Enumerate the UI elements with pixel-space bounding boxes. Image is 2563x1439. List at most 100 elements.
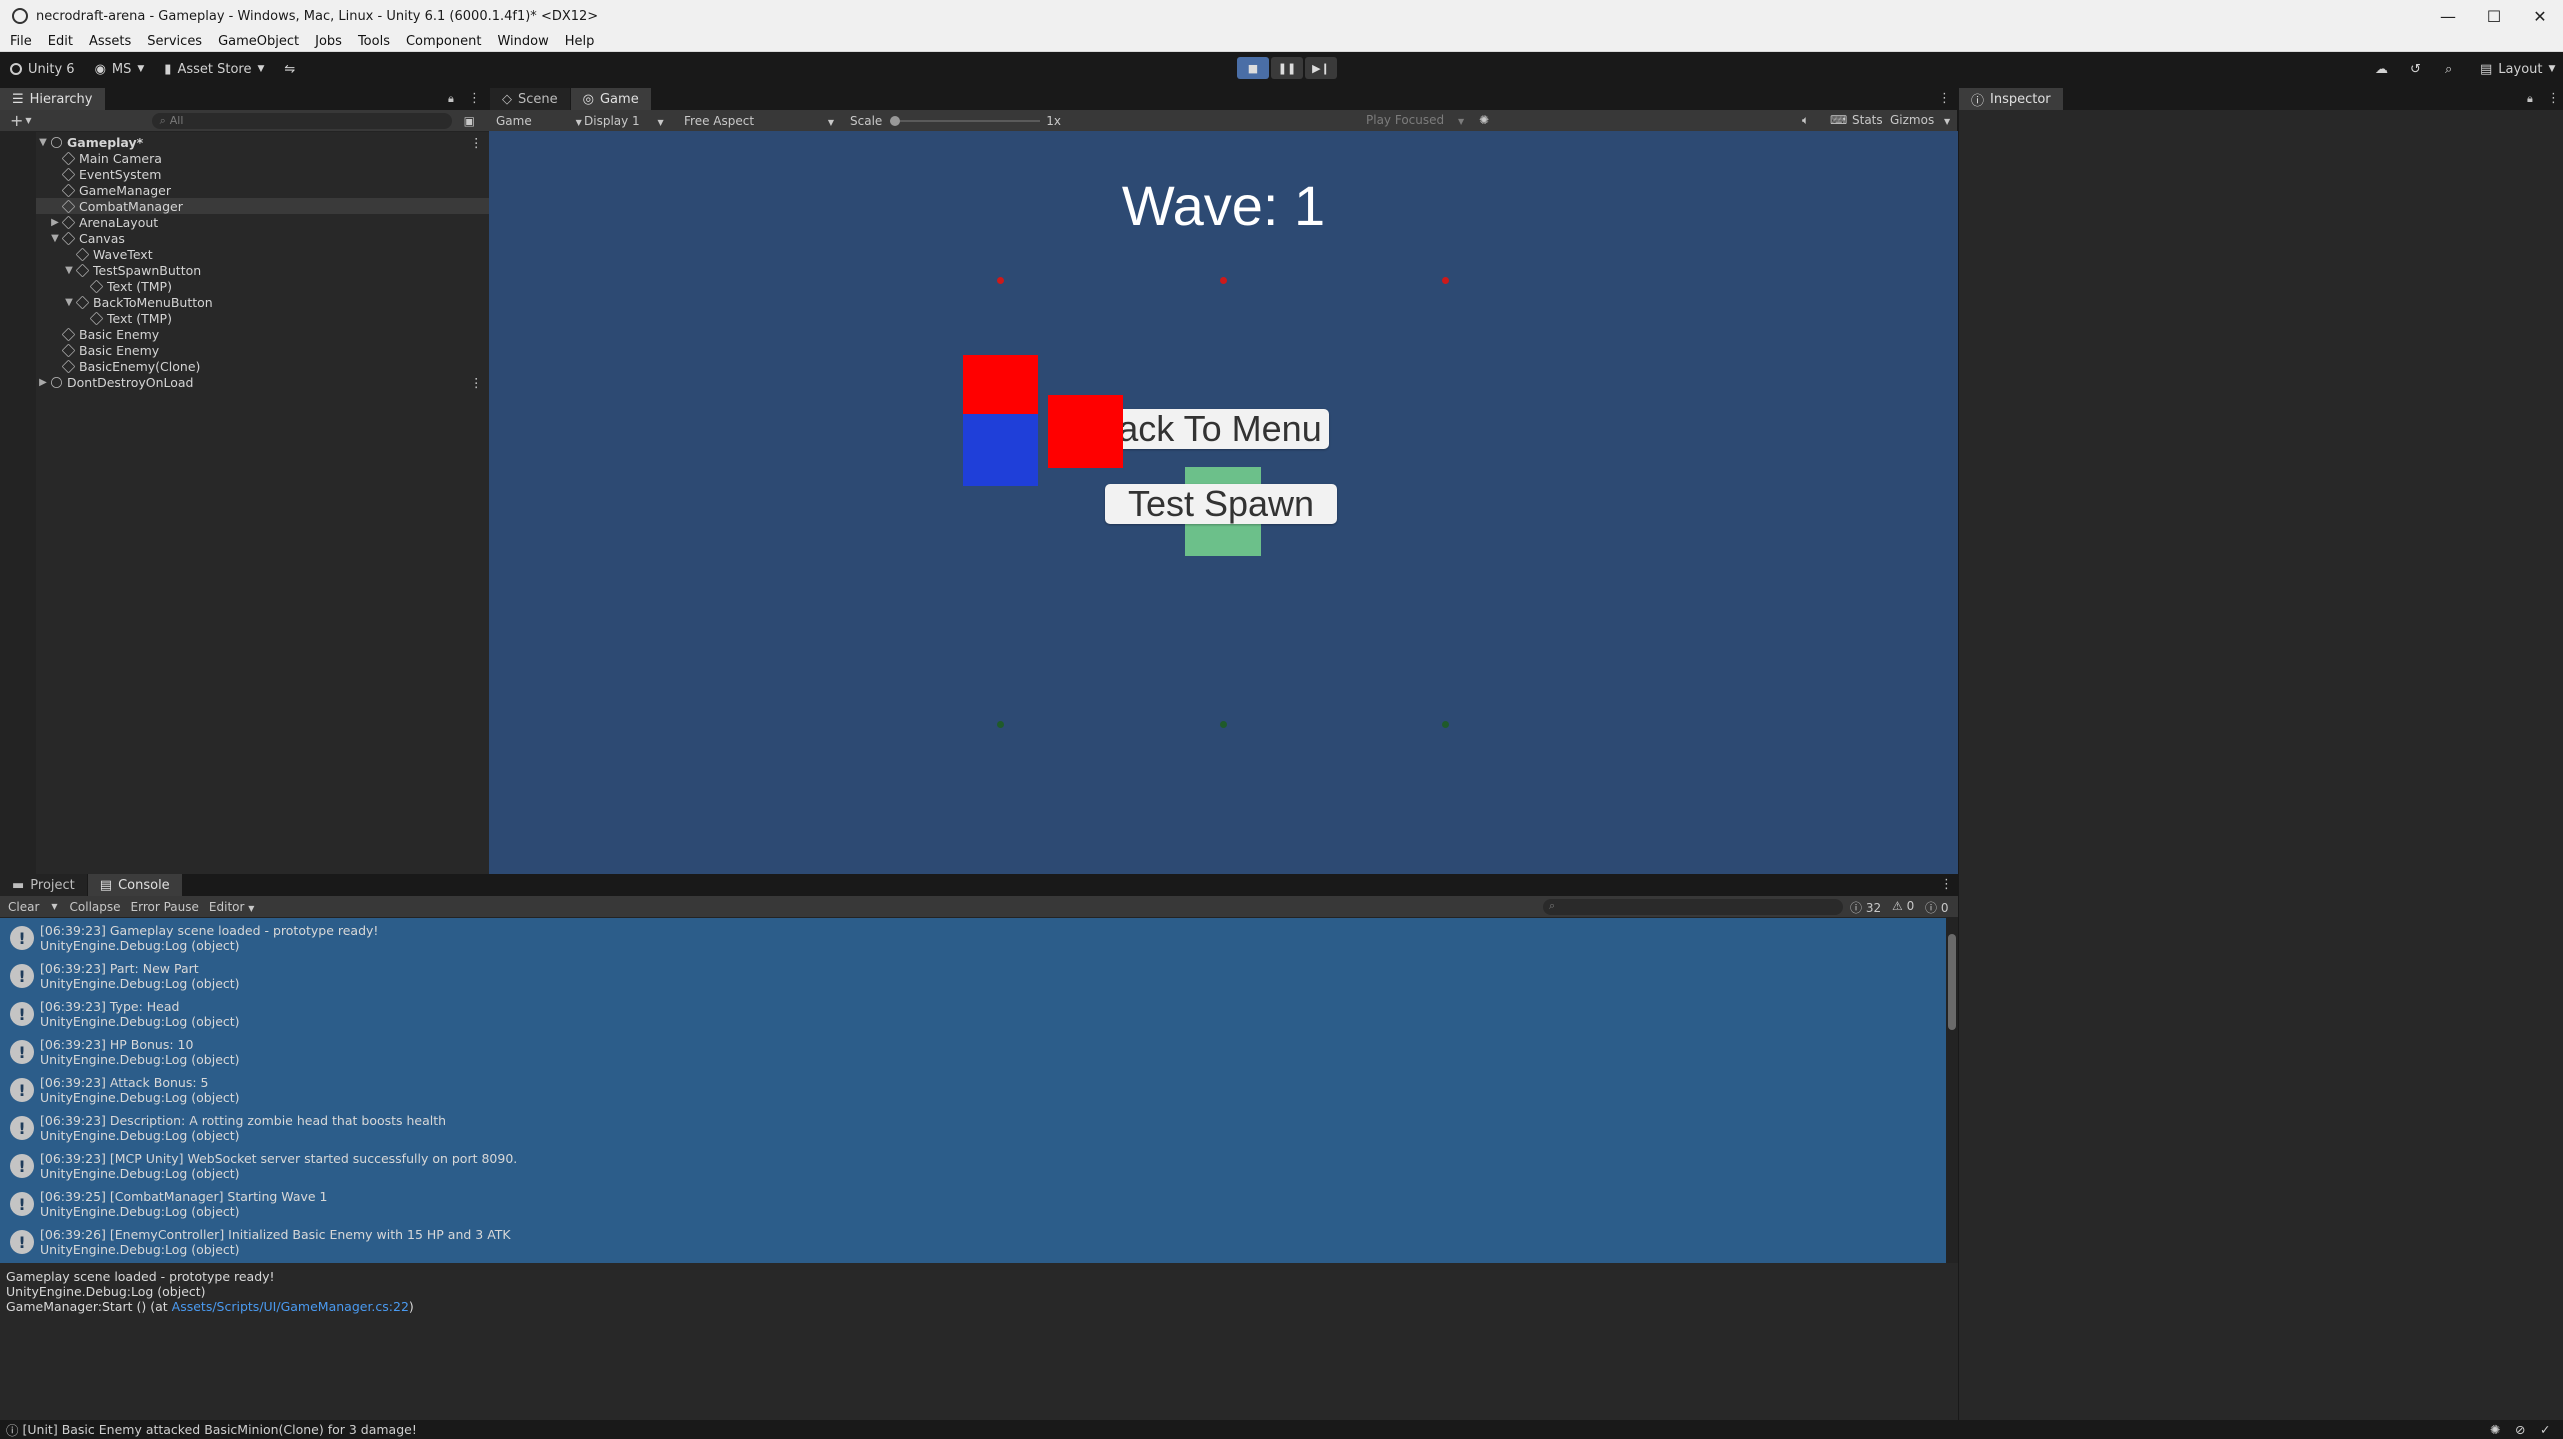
debug-icon[interactable]: ✺ (1479, 113, 1489, 127)
search-button[interactable]: ⌕ (2435, 57, 2462, 81)
console-search-input[interactable]: ⌕ (1543, 899, 1843, 915)
stats-button[interactable]: Stats (1852, 113, 1883, 127)
hierarchy-item[interactable]: ▶ ArenaLayout (50, 214, 158, 230)
back-to-menu-button[interactable]: Back To Menu (1087, 409, 1329, 449)
menu-window[interactable]: Window (487, 34, 554, 49)
more-options-icon[interactable]: ⋮ (470, 135, 483, 150)
chevron-right-icon[interactable]: ▶ (50, 217, 60, 228)
tab-console[interactable]: ▤ Console (87, 874, 183, 896)
status-message[interactable]: [Unit] Basic Enemy attacked BasicMinion(… (23, 1422, 417, 1437)
tab-inspector[interactable]: ⓘ Inspector (1959, 88, 2064, 110)
chevron-down-icon[interactable]: ▼ (51, 902, 57, 911)
hierarchy-search-input[interactable]: ⌕ All (151, 112, 452, 129)
hierarchy-item[interactable]: Text (TMP) (78, 278, 172, 294)
console-log-entry[interactable]: ! [06:39:23] Gameplay scene loaded - prot… (4, 919, 1944, 957)
console-log-entry[interactable]: ! [06:39:23] Attack Bonus: 5 UnityEngine.D… (4, 1071, 1944, 1109)
chevron-down-icon[interactable]: ▼ (50, 233, 60, 244)
console-log-entry[interactable]: ! [06:39:23] Description: A rotting zombi… (4, 1109, 1944, 1147)
chevron-down-icon[interactable]: ▼ (64, 265, 74, 276)
scale-slider[interactable] (890, 114, 1041, 128)
log-count-toggle[interactable]: ⓘ 32 (1850, 899, 1881, 916)
hierarchy-item[interactable]: CombatManager (36, 198, 490, 214)
play-focused-dropdown[interactable]: Play Focused ▼ (1366, 113, 1464, 127)
menu-edit[interactable]: Edit (38, 34, 79, 49)
menu-file[interactable]: File (0, 34, 38, 49)
check-icon[interactable]: ✓ (2540, 1422, 2550, 1437)
collapse-toggle[interactable]: Collapse (70, 900, 121, 914)
chevron-down-icon[interactable]: ▼ (25, 116, 31, 125)
hierarchy-item[interactable]: EventSystem (50, 166, 161, 182)
hierarchy-item[interactable]: WaveText (64, 246, 153, 262)
tab-project[interactable]: ▬ Project (0, 874, 88, 896)
menu-gameobject[interactable]: GameObject (208, 34, 305, 49)
chevron-right-icon[interactable]: ▶ (38, 377, 48, 388)
tab-scene[interactable]: ◇ Scene (490, 88, 571, 110)
hierarchy-item[interactable]: ▼ TestSpawnButton (64, 262, 201, 278)
account-dropdown[interactable]: ◉ MS ▼ (85, 57, 155, 81)
lock-icon[interactable]: 🔒︎ (448, 92, 454, 106)
clear-button[interactable]: Clear (8, 900, 39, 914)
unity-account-button[interactable]: Unity 6 (0, 57, 85, 81)
menu-services[interactable]: Services (137, 34, 208, 49)
error-count-toggle[interactable]: ⓘ 0 (1925, 899, 1948, 916)
menu-tools[interactable]: Tools (348, 34, 396, 49)
progress-icon[interactable]: ⊘ (2515, 1422, 2525, 1437)
shortcut-icon[interactable]: ⌨ (1830, 113, 1847, 127)
gizmos-dropdown[interactable]: Gizmos ▼ (1890, 113, 1950, 127)
error-pause-toggle[interactable]: Error Pause (131, 900, 199, 914)
hierarchy-item[interactable]: Basic Enemy (50, 326, 159, 342)
hierarchy-item[interactable]: BasicEnemy(Clone) (50, 358, 200, 374)
menu-jobs[interactable]: Jobs (305, 34, 348, 49)
close-button[interactable]: ✕ (2517, 0, 2563, 32)
console-log-entry[interactable]: ! [06:39:25] [CombatManager] Starting Wav… (4, 1185, 1944, 1223)
hierarchy-item[interactable]: Basic Enemy (50, 342, 159, 358)
hierarchy-item[interactable]: Main Camera (50, 150, 162, 166)
minimize-button[interactable]: — (2425, 0, 2471, 32)
more-options-icon[interactable]: ⋮ (470, 375, 483, 390)
scene-visibility-icon[interactable]: ▣ (464, 114, 475, 128)
cloud-button[interactable]: ☁ (2365, 57, 2398, 81)
game-viewport[interactable]: Wave: 1 Back To Menu Test Spawn (489, 131, 1958, 874)
display-dropdown[interactable]: Display 1 ▼ (584, 114, 684, 128)
more-options-icon[interactable]: ⋮ (1938, 91, 1951, 106)
source-link[interactable]: Assets/Scripts/UI/GameManager.cs:22 (172, 1299, 409, 1314)
layout-dropdown[interactable]: ▤ Layout ▼ (2470, 57, 2563, 81)
more-options-icon[interactable]: ⋮ (2547, 91, 2560, 106)
hierarchy-item[interactable]: GameManager (50, 182, 171, 198)
more-options-icon[interactable]: ⋮ (468, 91, 481, 106)
mute-audio-icon[interactable]: 🔈︎ (1802, 113, 1809, 128)
test-spawn-button[interactable]: Test Spawn (1105, 483, 1337, 524)
maximize-button[interactable]: ☐ (2471, 0, 2517, 32)
undo-history-button[interactable]: ↺ (2400, 57, 2431, 81)
chevron-down-icon[interactable]: ▼ (64, 297, 74, 308)
scrollbar-thumb[interactable] (1948, 934, 1956, 1030)
version-control-button[interactable]: ⇋ (274, 57, 305, 81)
game-mode-dropdown[interactable]: Game ▼ (496, 114, 584, 128)
hierarchy-item[interactable]: ▼ Canvas (50, 230, 125, 246)
console-scrollbar[interactable] (1946, 918, 1958, 1263)
menu-assets[interactable]: Assets (79, 34, 137, 49)
menu-component[interactable]: Component (396, 34, 487, 49)
pause-button[interactable]: ❚❚ (1271, 57, 1303, 79)
add-icon[interactable]: + (10, 111, 23, 130)
lock-icon[interactable]: 🔒︎ (2527, 92, 2533, 106)
editor-dropdown[interactable]: Editor ▼ (209, 900, 255, 914)
console-log-entry[interactable]: ! [06:39:23] [MCP Unity] WebSocket server… (4, 1147, 1944, 1185)
hierarchy-item[interactable]: ▼ BackToMenuButton (64, 294, 213, 310)
asset-store-button[interactable]: ▮ Asset Store ▼ (154, 57, 274, 81)
console-log-entry[interactable]: ! [06:39:26] [EnemyController] Initialize… (4, 1223, 1944, 1261)
step-button[interactable]: ▶❙ (1305, 57, 1337, 79)
tab-game[interactable]: ◎ Game (570, 88, 652, 110)
console-log-entry[interactable]: ! [06:39:23] HP Bonus: 10 UnityEngine.Debu… (4, 1033, 1944, 1071)
console-log-entry[interactable]: ! [06:39:23] Type: Head UnityEngine.Debug:… (4, 995, 1944, 1033)
play-button[interactable]: ■ (1237, 57, 1269, 79)
console-log-entry[interactable]: ! [06:39:23] Part: New Part UnityEngine.De… (4, 957, 1944, 995)
debug-icon[interactable]: ✺ (2490, 1422, 2500, 1437)
warning-count-toggle[interactable]: ⚠ 0 (1892, 899, 1914, 913)
tab-hierarchy[interactable]: ☰ Hierarchy (0, 88, 106, 110)
hierarchy-item[interactable]: Text (TMP) (78, 310, 172, 326)
hierarchy-item[interactable]: ▶ DontDestroyOnLoad ⋮ (38, 374, 482, 390)
menu-help[interactable]: Help (555, 34, 601, 49)
hierarchy-item[interactable]: ▼ Gameplay* ⋮ (38, 134, 482, 150)
chevron-down-icon[interactable]: ▼ (38, 137, 48, 148)
